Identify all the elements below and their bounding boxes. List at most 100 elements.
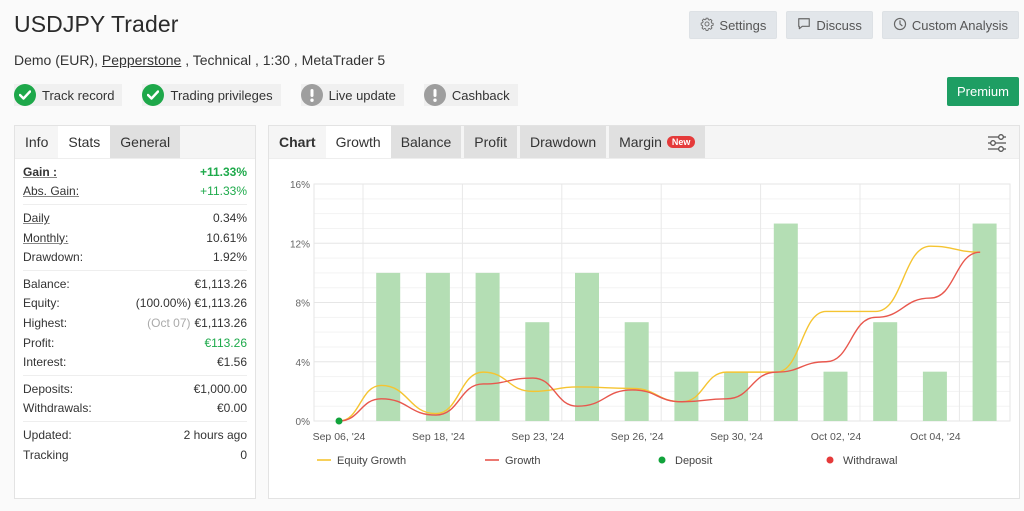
chart-panel: Chart Growth Balance Profit Drawdown Mar…: [268, 125, 1020, 499]
stat-row-drawdown: Drawdown: 1.92%: [23, 247, 247, 267]
premium-button[interactable]: Premium: [946, 77, 1019, 106]
x-tick-label: Sep 23, '24: [511, 431, 564, 443]
legend-label: Deposit: [675, 455, 712, 467]
broker-link[interactable]: Pepperstone: [102, 52, 181, 68]
daily-label[interactable]: Daily: [23, 211, 50, 225]
abs-gain-label[interactable]: Abs. Gain:: [23, 184, 79, 198]
stats-list: Gain : +11.33% Abs. Gain: +11.33% Daily 0.3…: [15, 159, 255, 467]
bar: [624, 322, 649, 421]
equity-value: €1,113.26: [194, 296, 248, 311]
growth-chart-svg: 0% 4% 8% 12% 16% Sep 06, '24 Sep 18, '24 Sep 23…: [290, 180, 1011, 467]
interest-value: €1.56: [216, 355, 247, 370]
stat-row-withdrawals: Withdrawals: €0.00: [23, 399, 247, 419]
stat-row-abs-gain: Abs. Gain: +11.33%: [23, 182, 247, 202]
custom-analysis-button[interactable]: Custom Analysis: [881, 11, 1019, 39]
stats-panel: Info Stats General Gain : +11.33% Abs. Ga…: [14, 125, 256, 499]
stat-row-profit: Profit: €113.26: [23, 333, 247, 353]
growth-chart: 0% 4% 8% 12% 16% Sep 06, '24 Sep 18, '24 Sep 23…: [269, 160, 1021, 500]
badge-label: Trading privileges: [170, 87, 273, 103]
equity-value-wrap: (100.00%) €1,113.26: [136, 296, 247, 310]
account-subtitle: Demo (EUR), Pepperstone , Technical , 1:…: [14, 52, 385, 68]
legend-label: Growth: [505, 455, 540, 467]
equity-percent: (100.00%): [135, 296, 192, 311]
deposits-label: Deposits:: [23, 381, 74, 396]
stats-group-updated: Updated: 2 hours ago Tracking 0: [23, 422, 247, 467]
balance-value: €1,113.26: [194, 276, 248, 291]
stat-row-interest: Interest: €1.56: [23, 352, 247, 372]
chart-filter-sliders-icon[interactable]: [987, 133, 1007, 153]
tab-margin[interactable]: Margin New: [609, 126, 706, 158]
clock-icon: [893, 17, 907, 34]
exclamation-circle-icon: [423, 84, 446, 106]
balance-label: Balance:: [23, 276, 70, 291]
discuss-button[interactable]: Discuss: [786, 11, 873, 39]
gain-label[interactable]: Gain :: [23, 165, 57, 179]
stats-group-rates: Daily 0.34% Monthly: 10.61% Drawdown: 1.92%: [23, 205, 247, 271]
drawdown-value: 1.92%: [212, 250, 247, 265]
highest-value: €1,113.26: [194, 315, 248, 330]
tab-profit[interactable]: Profit: [464, 126, 517, 158]
drawdown-label: Drawdown:: [23, 250, 84, 265]
x-tick-label: Sep 30, '24: [710, 431, 763, 443]
tracking-label: Tracking: [23, 447, 69, 462]
y-tick-label: 12%: [290, 239, 310, 250]
top-toolbar: Settings Discuss Custom Analysis: [689, 11, 1019, 39]
deposit-point: [335, 417, 343, 425]
bar: [674, 371, 699, 421]
badge-live-update[interactable]: Live update: [300, 84, 404, 106]
x-tick-label: Sep 06, '24: [313, 431, 366, 443]
margin-label: Margin: [619, 134, 662, 150]
custom-analysis-label: Custom Analysis: [911, 17, 1008, 33]
bar: [922, 371, 947, 421]
stats-group-gain: Gain : +11.33% Abs. Gain: +11.33%: [23, 159, 247, 206]
tab-drawdown[interactable]: Drawdown: [519, 126, 607, 158]
tab-growth[interactable]: Growth: [325, 126, 391, 158]
page: USDJPY Trader Demo (EUR), Pepperstone , …: [0, 0, 1024, 511]
badge-track-record[interactable]: Track record: [14, 84, 123, 106]
deposits-value: €1,000.00: [193, 381, 247, 396]
bar: [823, 371, 848, 421]
x-tick-label: Sep 18, '24: [412, 431, 465, 443]
badge-trading-privileges[interactable]: Trading privileges: [142, 84, 281, 106]
legend-withdrawal-swatch: [826, 456, 834, 464]
legend-label: Withdrawal: [843, 455, 897, 467]
bar: [575, 272, 599, 421]
tab-general[interactable]: General: [110, 126, 181, 158]
stats-group-deposits: Deposits: €1,000.00 Withdrawals: €0.00: [23, 376, 247, 423]
tab-info[interactable]: Info: [15, 126, 59, 158]
stat-row-daily: Daily 0.34%: [23, 208, 247, 228]
account-type: Demo (EUR),: [14, 52, 102, 68]
verification-badges: Track record Trading privileges Live upd…: [14, 84, 518, 106]
y-tick-label: 16%: [290, 180, 310, 191]
tab-balance[interactable]: Balance: [390, 126, 462, 158]
updated-value: 2 hours ago: [183, 427, 247, 442]
x-tick-label: Sep 26, '24: [611, 431, 664, 443]
stat-row-highest: Highest: (Oct 07) €1,113.26: [23, 313, 247, 333]
stat-row-monthly: Monthly: 10.61%: [23, 228, 247, 248]
bar: [525, 322, 550, 421]
highest-value-wrap: (Oct 07) €1,113.26: [147, 316, 247, 330]
legend-deposit-swatch: [658, 456, 666, 464]
abs-gain-value: +11.33%: [200, 184, 247, 199]
bar: [425, 272, 450, 421]
page-title: USDJPY Trader: [14, 11, 179, 37]
bar: [773, 223, 798, 421]
check-circle-icon: [142, 84, 165, 106]
withdrawals-label: Withdrawals:: [23, 401, 92, 416]
stat-row-gain: Gain : +11.33%: [23, 162, 247, 182]
x-tick-label: Oct 02, '24: [811, 431, 862, 443]
y-tick-label: 0%: [296, 417, 311, 428]
settings-button[interactable]: Settings: [689, 11, 778, 39]
daily-value: 0.34%: [212, 210, 247, 225]
tab-stats[interactable]: Stats: [58, 126, 111, 158]
stat-row-balance: Balance: €1,113.26: [23, 274, 247, 294]
tab-chart: Chart: [269, 126, 326, 158]
chart-tabs: Chart Growth Balance Profit Drawdown Mar…: [269, 126, 1019, 159]
y-tick-label: 8%: [296, 299, 311, 310]
x-tick-label: Oct 04, '24: [910, 431, 961, 443]
stats-group-balance: Balance: €1,113.26 Equity: (100.00%) €1,11…: [23, 271, 247, 376]
badge-cashback[interactable]: Cashback: [423, 84, 518, 106]
legend-label: Equity Growth: [337, 455, 406, 467]
y-tick-label: 4%: [296, 358, 311, 369]
monthly-label[interactable]: Monthly:: [23, 231, 68, 245]
